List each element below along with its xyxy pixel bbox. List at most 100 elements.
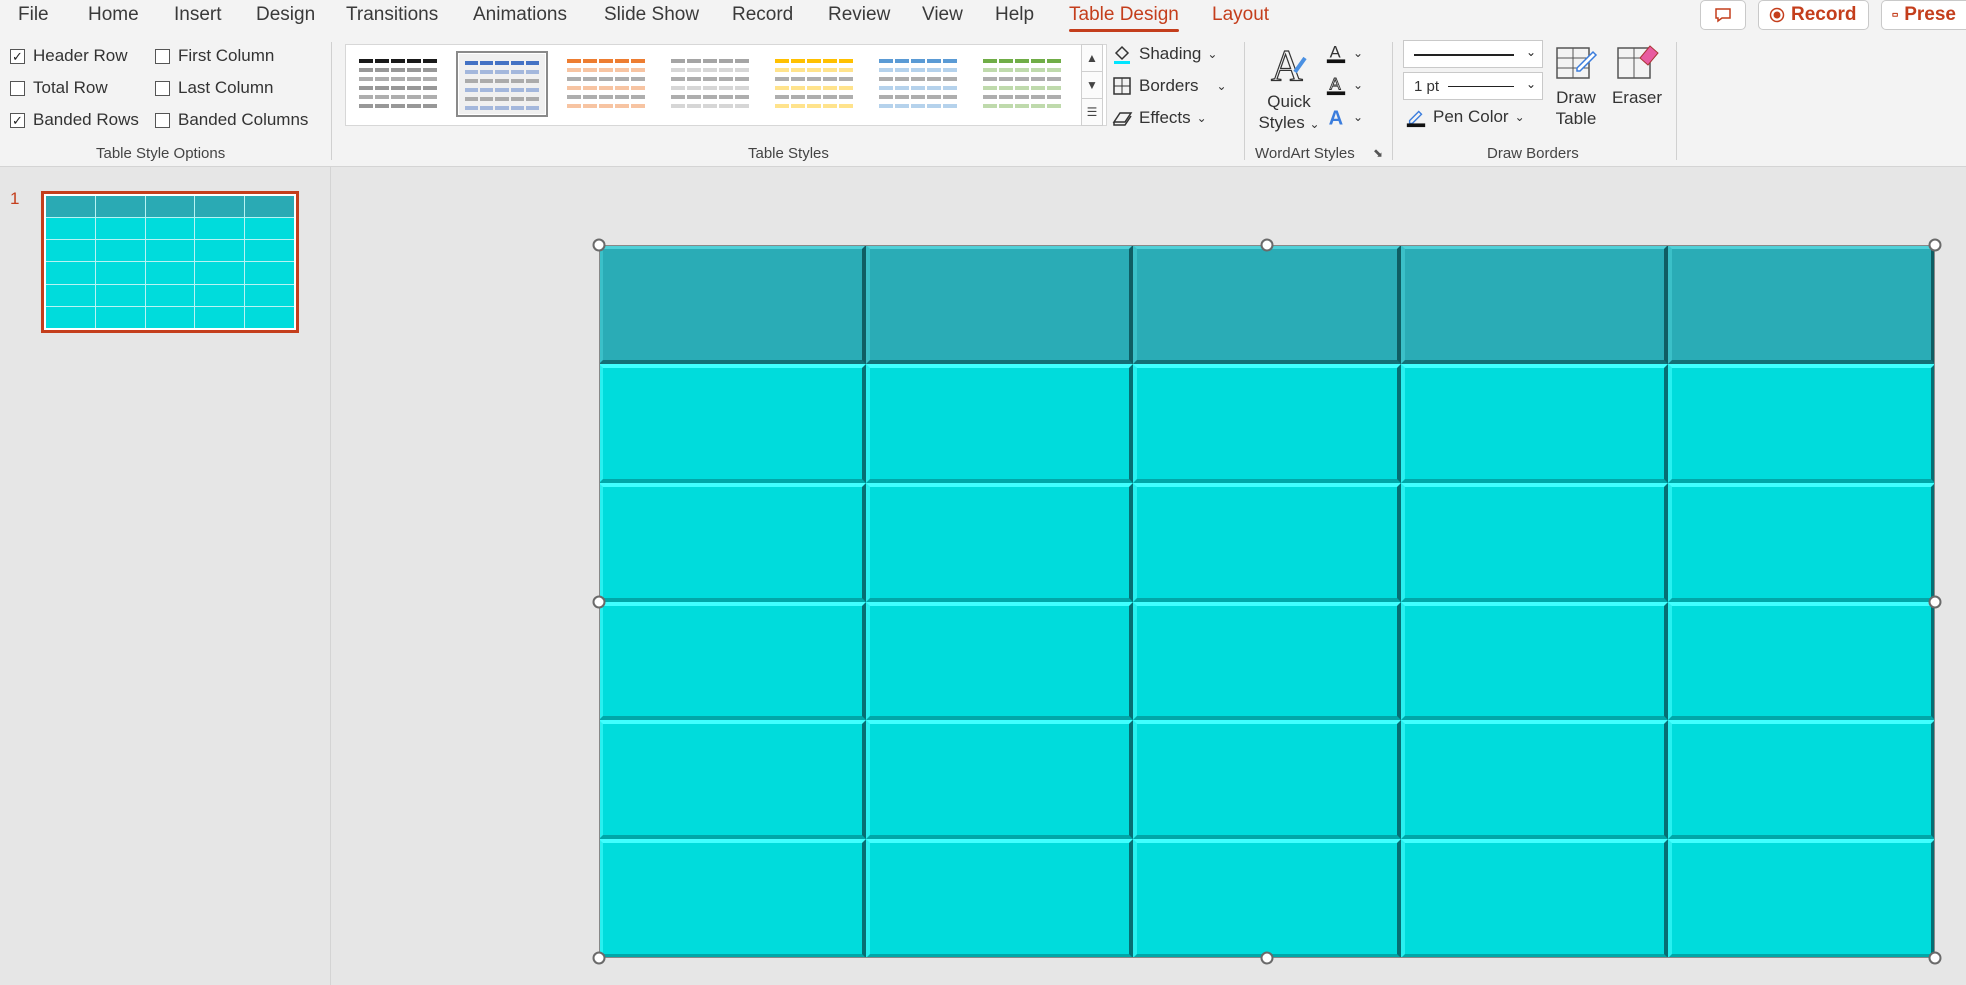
menu-record[interactable]: Record: [732, 4, 793, 26]
table-styles-gallery: [345, 44, 1107, 126]
table-header-cell[interactable]: [599, 245, 867, 364]
resize-handle-top[interactable]: [1260, 238, 1274, 252]
last-column-checkbox[interactable]: Last Column: [155, 78, 273, 98]
table-cell[interactable]: [866, 482, 1134, 602]
comments-button[interactable]: [1700, 0, 1746, 30]
table-cell[interactable]: [599, 363, 867, 483]
tab-layout[interactable]: Layout: [1212, 4, 1269, 26]
resize-handle-right[interactable]: [1928, 595, 1942, 608]
shading-button[interactable]: Shading ⌄: [1111, 43, 1217, 65]
present-button[interactable]: Prese: [1881, 0, 1966, 30]
text-fill-button[interactable]: A ⌄: [1325, 42, 1363, 64]
menu-transitions[interactable]: Transitions: [346, 4, 438, 26]
table-style-thumbnail[interactable]: [560, 51, 652, 117]
table-cell[interactable]: [1133, 601, 1401, 721]
thumbnail-table-cell: [195, 196, 245, 218]
thumbnail-table-cell: [195, 284, 245, 306]
table-cell[interactable]: [1133, 720, 1401, 840]
table-style-thumbnail[interactable]: [976, 51, 1068, 117]
table-cell[interactable]: [866, 601, 1134, 721]
table-cell[interactable]: [1400, 363, 1668, 483]
thumbnail-row: [983, 86, 1061, 90]
slide-thumbnail[interactable]: [41, 191, 299, 333]
resize-handle-bottom-right[interactable]: [1928, 951, 1942, 965]
table-style-thumbnail[interactable]: [456, 51, 548, 117]
thumbnail-table-cell: [145, 218, 195, 240]
thumbnail-row: [775, 95, 853, 99]
text-outline-button[interactable]: A ⌄: [1325, 74, 1363, 96]
resize-handle-left[interactable]: [592, 595, 606, 608]
table-cell[interactable]: [1400, 601, 1668, 721]
table-cell[interactable]: [1667, 482, 1935, 602]
thumbnail-table-cell: [245, 218, 294, 240]
menu-help[interactable]: Help: [995, 4, 1034, 26]
table-cell[interactable]: [1667, 720, 1935, 840]
menu-slide-show[interactable]: Slide Show: [604, 4, 699, 26]
menu-file[interactable]: File: [18, 4, 49, 26]
borders-button[interactable]: Borders ⌄: [1111, 75, 1227, 97]
table-cell[interactable]: [1400, 482, 1668, 602]
gallery-scroll-up-button[interactable]: ▲: [1081, 44, 1103, 72]
table-style-thumbnail[interactable]: [768, 51, 860, 117]
resize-handle-bottom-left[interactable]: [592, 951, 606, 965]
table-header-cell[interactable]: [1400, 245, 1668, 364]
table-cell[interactable]: [599, 720, 867, 840]
table-cell[interactable]: [1133, 363, 1401, 483]
table-style-options-label: Table Style Options: [96, 145, 226, 162]
text-effects-button[interactable]: A ⌄: [1325, 106, 1363, 129]
table-header-cell[interactable]: [1133, 245, 1401, 364]
total-row-checkbox[interactable]: Total Row: [10, 78, 108, 98]
table-style-thumbnail[interactable]: [872, 51, 964, 117]
table-cell[interactable]: [866, 839, 1134, 958]
table-cell[interactable]: [1133, 482, 1401, 602]
quick-styles-button[interactable]: A Quick Styles ⌄: [1254, 40, 1324, 135]
banded-rows-checkbox[interactable]: ✓ Banded Rows: [10, 110, 139, 130]
draw-table-button[interactable]: Draw Table: [1548, 40, 1604, 129]
table-cell[interactable]: [1667, 839, 1935, 958]
slide-table[interactable]: [599, 245, 1935, 958]
resize-handle-bottom[interactable]: [1260, 951, 1274, 965]
banded-columns-checkbox[interactable]: Banded Columns: [155, 110, 308, 130]
menu-insert[interactable]: Insert: [174, 4, 222, 26]
table-cell[interactable]: [866, 720, 1134, 840]
table-cell[interactable]: [599, 839, 867, 958]
menu-animations[interactable]: Animations: [473, 4, 567, 26]
table-style-thumbnail[interactable]: [664, 51, 756, 117]
text-fill-icon: A: [1325, 42, 1347, 64]
table-cell[interactable]: [1400, 720, 1668, 840]
table-cell[interactable]: [1133, 839, 1401, 958]
effects-button[interactable]: Effects ⌄: [1111, 107, 1207, 129]
gallery-scroll-down-button[interactable]: ▼: [1081, 71, 1103, 99]
menu-design[interactable]: Design: [256, 4, 315, 26]
menu-home[interactable]: Home: [88, 4, 139, 26]
resize-handle-top-right[interactable]: [1928, 238, 1942, 252]
thumbnail-row: [567, 95, 645, 99]
first-column-checkbox[interactable]: First Column: [155, 46, 274, 66]
gallery-more-button[interactable]: ☰: [1081, 98, 1103, 126]
pen-weight-dropdown[interactable]: 1 pt ⌄: [1403, 72, 1543, 100]
thumbnail-row: [671, 77, 749, 81]
table-cell[interactable]: [599, 601, 867, 721]
table-header-cell[interactable]: [1667, 245, 1935, 364]
table-cell[interactable]: [1667, 363, 1935, 483]
thumbnail-row: [567, 68, 645, 72]
pen-style-dropdown[interactable]: ⌄: [1403, 40, 1543, 68]
record-button[interactable]: Record: [1758, 0, 1869, 30]
table-cell[interactable]: [1667, 601, 1935, 721]
eraser-button[interactable]: Eraser: [1604, 40, 1670, 108]
menu-review[interactable]: Review: [828, 4, 890, 26]
pen-color-button[interactable]: Pen Color ⌄: [1405, 106, 1525, 128]
resize-handle-top-left[interactable]: [592, 238, 606, 252]
table-cell[interactable]: [866, 363, 1134, 483]
group-divider: [1392, 42, 1393, 160]
table-cell[interactable]: [599, 482, 867, 602]
table-header-cell[interactable]: [866, 245, 1134, 364]
slide-table-container[interactable]: [592, 238, 1942, 965]
dialog-launcher-icon[interactable]: ⬊: [1373, 146, 1383, 160]
tab-table-design[interactable]: Table Design: [1069, 4, 1179, 32]
table-cell[interactable]: [1400, 839, 1668, 958]
menu-view[interactable]: View: [922, 4, 963, 26]
thumbnail-table-cell: [245, 262, 294, 284]
table-style-thumbnail[interactable]: [352, 51, 444, 117]
header-row-checkbox[interactable]: ✓ Header Row: [10, 46, 128, 66]
